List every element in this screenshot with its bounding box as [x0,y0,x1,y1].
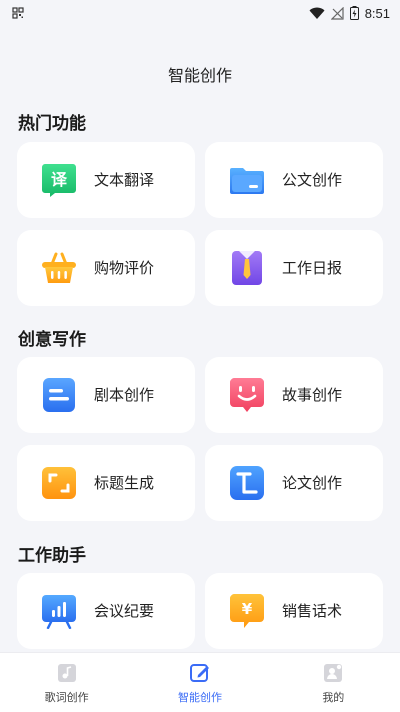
no-signal-icon [330,6,344,20]
wifi-icon [309,7,325,19]
card-meeting-minutes[interactable]: 会议纪要 [17,573,195,649]
lyrics-icon [57,664,76,682]
app-notification-icon [12,7,24,19]
status-bar: 8:51 [0,0,400,26]
card-label: 工作日报 [282,259,343,277]
tab-label: 智能创作 [177,691,222,704]
frame-corners-icon [42,467,76,499]
presentation-chart-icon [42,595,76,629]
card-label: 会议纪要 [94,602,155,620]
pen-edit-icon [189,664,209,682]
bottom-tab-bar: 歌词创作 智能创作 我的 [0,652,400,712]
section-title-hot: 热门功能 [18,114,86,134]
card-label: 购物评价 [94,259,155,277]
yen-chat-icon: ¥ [230,594,264,628]
tab-label: 我的 [322,691,345,704]
card-label: 销售话术 [282,602,343,620]
thesis-text-icon [230,466,264,500]
tab-smart-create[interactable]: 智能创作 [133,653,266,712]
tab-mine[interactable]: 我的 [267,653,400,712]
card-label: 剧本创作 [94,386,155,404]
folder-icon [230,168,264,194]
battery-charging-icon [349,6,359,20]
smile-chat-icon [230,378,264,412]
translate-glyph: 译 [51,170,68,189]
card-thesis[interactable]: 论文创作 [205,445,383,521]
tab-lyrics[interactable]: 歌词创作 [0,653,133,712]
basket-icon [42,252,76,283]
section-title-creative: 创意写作 [18,330,86,350]
translate-icon: 译 [42,164,76,197]
card-label: 文本翻译 [94,171,155,189]
card-headline[interactable]: 标题生成 [17,445,195,521]
card-label: 标题生成 [94,474,155,492]
card-sales-script[interactable]: ¥ 销售话术 [205,573,383,649]
card-official-doc[interactable]: 公文创作 [205,142,383,218]
card-story[interactable]: 故事创作 [205,357,383,433]
profile-icon [324,664,343,682]
page-title: 智能创作 [167,66,232,85]
card-label: 论文创作 [282,474,343,492]
card-shopping-review[interactable]: 购物评价 [17,230,195,306]
card-label: 故事创作 [282,386,343,404]
shirt-tie-icon [232,251,262,285]
script-document-icon [43,378,75,412]
yen-glyph: ¥ [242,600,253,618]
section-title-work: 工作助手 [18,546,86,566]
tab-label: 歌词创作 [44,691,89,704]
card-daily-report[interactable]: 工作日报 [205,230,383,306]
card-script[interactable]: 剧本创作 [17,357,195,433]
card-text-translate[interactable]: 译 文本翻译 [17,142,195,218]
status-time: 8:51 [364,5,390,21]
card-label: 公文创作 [282,171,343,189]
